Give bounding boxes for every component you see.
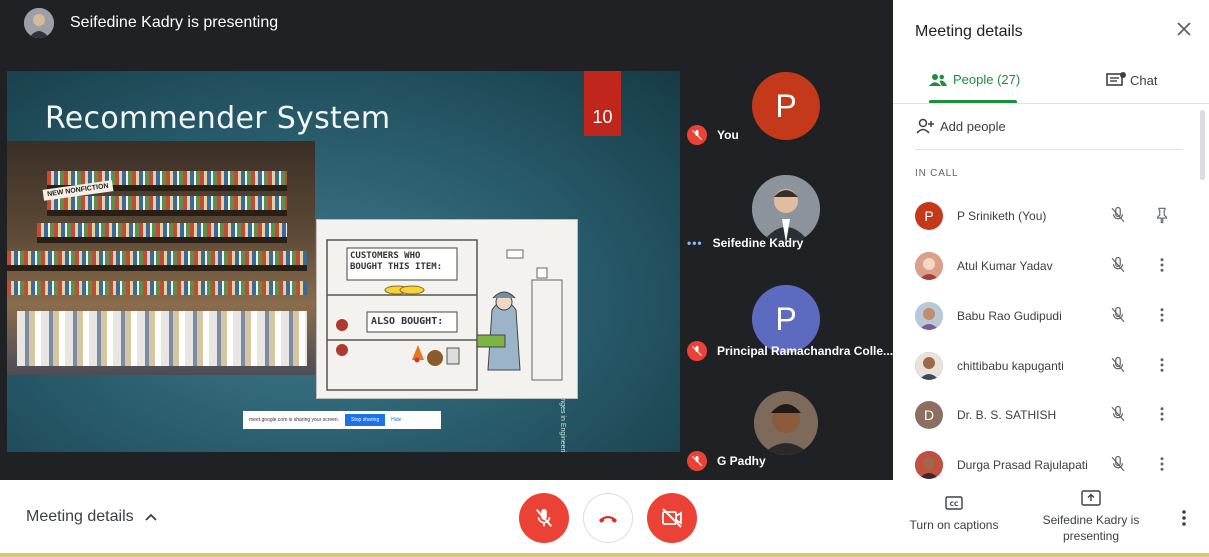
tile-avatar: P <box>752 72 820 140</box>
participant-tile[interactable]: P You <box>680 45 893 153</box>
list-item[interactable]: chittibabu kapuganti <box>893 344 1209 388</box>
presentation-stage: Seifedine Kadry is presenting Recommende… <box>0 0 893 480</box>
presenter-avatar <box>24 7 54 38</box>
tile-name: Principal Ramachandra Colle... <box>717 344 894 358</box>
svg-text:CC: CC <box>950 501 959 508</box>
muted-mic-icon <box>687 125 707 145</box>
shared-slide: Recommender System 10 International Conf… <box>7 71 680 452</box>
people-icon <box>929 73 947 87</box>
stop-sharing-button[interactable]: Stop sharing <box>345 414 386 426</box>
mic-off-icon <box>1109 405 1127 428</box>
list-item[interactable]: P P Sriniketh (You) <box>893 194 1209 238</box>
tile-avatar <box>752 175 820 243</box>
meeting-details-button[interactable]: Meeting details <box>26 508 158 526</box>
tile-name: Seifedine Kadry <box>712 236 804 250</box>
more-options-icon[interactable] <box>1153 455 1171 478</box>
panel-title: Meeting details <box>915 23 1023 40</box>
bookstore-image: NEW NONFICTION <box>7 141 315 375</box>
person-name: P Sriniketh (You) <box>957 209 1047 223</box>
mic-off-icon <box>1109 306 1127 329</box>
screen-share-bar: meet.google.com is sharing your screen. … <box>243 411 441 429</box>
mic-off-icon <box>1109 356 1127 379</box>
camera-toggle-button[interactable] <box>647 493 697 543</box>
muted-mic-icon <box>687 341 707 361</box>
in-call-header: IN CALL <box>915 168 959 179</box>
slide-title: Recommender System <box>45 101 391 136</box>
hang-up-icon <box>596 506 620 530</box>
microphone-toggle-button[interactable] <box>519 493 569 543</box>
list-item[interactable]: Durga Prasad Rajulapati <box>893 443 1209 480</box>
person-name: Atul Kumar Yadav <box>957 259 1053 273</box>
avatar: D <box>915 401 943 429</box>
tile-avatar <box>754 391 818 455</box>
more-options-icon[interactable] <box>1153 256 1171 279</box>
panel-scrollbar[interactable] <box>1200 110 1205 180</box>
tab-people-label: People (27) <box>953 72 1021 87</box>
cartoon-sign-top: CUSTOMERS WHO BOUGHT THIS ITEM: <box>350 251 443 272</box>
participant-tile[interactable]: P Principal Ramachandra Colle... <box>680 261 893 369</box>
tab-chat-label: Chat <box>1130 72 1158 88</box>
presenting-button[interactable]: Seifedine Kadry is presenting <box>1041 490 1141 544</box>
captions-icon: CC <box>945 496 963 510</box>
speaking-indicator-icon: ••• <box>687 236 703 250</box>
meeting-details-label: Meeting details <box>26 508 134 525</box>
mic-off-icon <box>1109 256 1127 279</box>
presenter-bar: Seifedine Kadry is presenting <box>0 0 893 45</box>
list-item[interactable]: Atul Kumar Yadav <box>893 244 1209 288</box>
share-message: meet.google.com is sharing your screen. <box>249 417 340 423</box>
tab-divider <box>893 103 1209 104</box>
pin-icon[interactable] <box>1153 206 1171 229</box>
mic-off-icon <box>533 507 555 529</box>
participant-tile[interactable]: ••• Seifedine Kadry <box>680 153 893 261</box>
tab-people[interactable]: People (27) <box>929 72 1020 87</box>
bottom-toolbar: Meeting details CC Turn on captions Seif… <box>0 480 1209 557</box>
leave-call-button[interactable] <box>583 493 633 543</box>
cartoon-image: CUSTOMERS WHO BOUGHT THIS ITEM: ALSO BOU… <box>316 219 578 399</box>
more-options-icon[interactable] <box>1153 405 1171 428</box>
list-item[interactable]: Babu Rao Gudipudi <box>893 294 1209 338</box>
person-name: Dr. B. S. SATHISH <box>957 408 1057 422</box>
meeting-details-panel: Meeting details People (27) Chat Add peo… <box>893 0 1209 480</box>
mic-off-icon <box>1109 455 1127 478</box>
avatar <box>915 451 943 479</box>
tab-chat[interactable]: Chat <box>1106 72 1157 88</box>
participant-tile[interactable]: G Padhy <box>680 369 893 480</box>
more-options-icon[interactable] <box>1153 306 1171 329</box>
captions-label: Turn on captions <box>909 518 999 532</box>
presenter-title: Seifedine Kadry is presenting <box>70 13 279 31</box>
cartoon-sign-bottom: ALSO BOUGHT: <box>371 316 444 327</box>
avatar <box>915 252 943 280</box>
slide-number: 10 <box>584 71 621 136</box>
hide-button[interactable]: Hide <box>391 417 401 423</box>
divider <box>915 149 1183 150</box>
avatar <box>915 302 943 330</box>
more-options-icon[interactable] <box>1176 508 1192 533</box>
avatar <box>915 352 943 380</box>
present-screen-icon <box>1081 490 1101 506</box>
avatar: P <box>915 202 943 230</box>
list-item[interactable]: D Dr. B. S. SATHISH <box>893 393 1209 437</box>
camera-off-icon <box>660 506 684 530</box>
presenting-label: Seifedine Kadry is presenting <box>1042 513 1140 543</box>
mic-off-icon <box>1109 206 1127 229</box>
chevron-up-icon <box>144 512 158 522</box>
bottom-edge-strip <box>0 553 1209 557</box>
chat-icon <box>1106 72 1126 88</box>
close-icon[interactable] <box>1175 20 1193 43</box>
person-name: Durga Prasad Rajulapati <box>957 458 1088 472</box>
person-name: Babu Rao Gudipudi <box>957 309 1062 323</box>
muted-mic-icon <box>687 451 707 471</box>
captions-button[interactable]: CC Turn on captions <box>904 496 1004 532</box>
tile-name: You <box>717 128 739 142</box>
person-name: chittibabu kapuganti <box>957 359 1064 373</box>
add-people-label: Add people <box>940 118 1006 134</box>
participant-tiles: P You ••• Seifedine Kadry P Principal Ra… <box>680 45 893 480</box>
add-people-button[interactable]: Add people <box>916 118 1006 134</box>
tile-name: G Padhy <box>717 454 766 468</box>
add-person-icon <box>916 118 936 134</box>
more-options-icon[interactable] <box>1153 356 1171 379</box>
